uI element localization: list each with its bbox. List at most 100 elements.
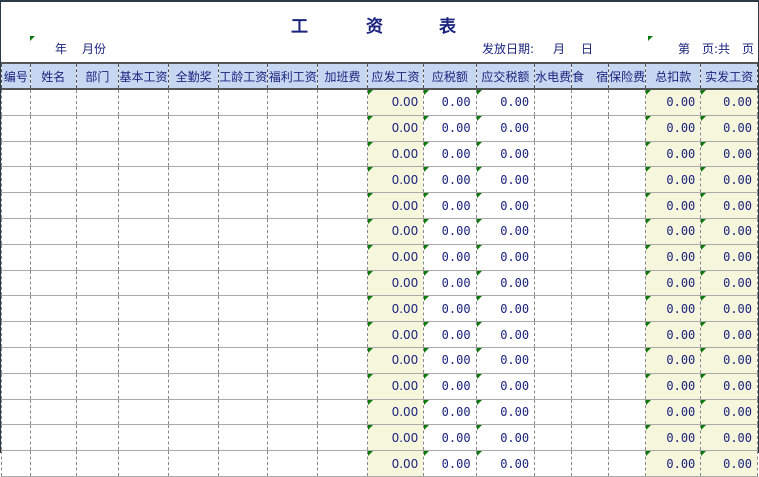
cell[interactable] [608, 166, 647, 194]
cell[interactable]: 0.00 [423, 114, 477, 142]
cell[interactable] [317, 346, 368, 374]
cell[interactable]: 0.00 [475, 217, 536, 245]
cell[interactable] [317, 192, 368, 219]
cell[interactable]: 0.00 [700, 269, 758, 297]
cell[interactable] [1, 166, 31, 194]
column-header[interactable]: 食 宿 [571, 62, 610, 90]
cell[interactable] [218, 295, 269, 323]
cell[interactable]: 0.00 [700, 88, 758, 116]
cell[interactable] [117, 192, 169, 219]
cell[interactable] [317, 166, 368, 194]
cell[interactable]: 0.00 [700, 295, 758, 323]
cell[interactable] [534, 346, 573, 374]
cell[interactable] [608, 192, 647, 219]
cell[interactable] [167, 192, 220, 219]
cell[interactable] [267, 140, 319, 168]
cell[interactable] [267, 450, 319, 477]
cell[interactable] [1, 269, 31, 297]
cell[interactable] [117, 398, 169, 426]
column-header[interactable]: 加班费 [317, 62, 368, 90]
column-header[interactable]: 应税额 [423, 62, 477, 90]
cell[interactable] [117, 217, 169, 245]
cell[interactable]: 0.00 [700, 321, 758, 348]
cell[interactable] [29, 372, 77, 400]
cell[interactable] [571, 192, 610, 219]
cell[interactable] [1, 398, 31, 426]
cell[interactable]: 0.00 [475, 243, 536, 271]
cell[interactable]: 0.00 [700, 243, 758, 271]
cell[interactable] [218, 217, 269, 245]
cell[interactable] [1, 243, 31, 271]
cell[interactable] [571, 398, 610, 426]
cell[interactable] [1, 450, 31, 477]
cell[interactable]: 0.00 [366, 166, 425, 194]
cell[interactable]: 0.00 [366, 424, 425, 452]
cell[interactable] [267, 166, 319, 194]
cell[interactable]: 0.00 [366, 140, 425, 168]
cell[interactable] [218, 192, 269, 219]
column-header[interactable]: 福利工资 [267, 62, 319, 90]
column-header[interactable]: 部门 [75, 62, 119, 90]
cell[interactable] [267, 217, 319, 245]
cell[interactable] [167, 166, 220, 194]
cell[interactable]: 0.00 [645, 88, 702, 116]
cell[interactable] [167, 398, 220, 426]
cell[interactable] [167, 269, 220, 297]
cell[interactable]: 0.00 [700, 140, 758, 168]
cell[interactable] [571, 114, 610, 142]
cell[interactable] [267, 88, 319, 116]
cell[interactable] [534, 424, 573, 452]
cell[interactable]: 0.00 [475, 166, 536, 194]
cell[interactable] [117, 321, 169, 348]
cell[interactable] [218, 372, 269, 400]
cell[interactable] [608, 140, 647, 168]
cell[interactable]: 0.00 [366, 450, 425, 477]
cell[interactable]: 0.00 [475, 372, 536, 400]
cell[interactable] [75, 88, 119, 116]
cell[interactable] [317, 372, 368, 400]
cell[interactable] [534, 398, 573, 426]
cell[interactable]: 0.00 [700, 372, 758, 400]
cell[interactable] [317, 321, 368, 348]
cell[interactable]: 0.00 [366, 114, 425, 142]
column-header[interactable]: 实发工资 [700, 62, 758, 90]
cell[interactable] [571, 424, 610, 452]
cell[interactable] [75, 166, 119, 194]
cell[interactable]: 0.00 [645, 321, 702, 348]
cell[interactable] [117, 243, 169, 271]
cell[interactable] [317, 450, 368, 477]
cell[interactable] [29, 88, 77, 116]
cell[interactable] [534, 166, 573, 194]
column-header[interactable]: 编号 [1, 62, 31, 90]
cell[interactable] [29, 346, 77, 374]
cell[interactable] [608, 243, 647, 271]
cell[interactable] [167, 114, 220, 142]
cell[interactable]: 0.00 [366, 217, 425, 245]
cell[interactable] [267, 114, 319, 142]
cell[interactable] [571, 243, 610, 271]
cell[interactable] [29, 192, 77, 219]
cell[interactable] [608, 424, 647, 452]
cell[interactable]: 0.00 [475, 114, 536, 142]
cell[interactable] [571, 269, 610, 297]
cell[interactable]: 0.00 [423, 269, 477, 297]
cell[interactable]: 0.00 [366, 269, 425, 297]
cell[interactable] [608, 88, 647, 116]
cell[interactable]: 0.00 [645, 114, 702, 142]
cell[interactable] [534, 450, 573, 477]
cell[interactable] [1, 88, 31, 116]
cell[interactable] [317, 140, 368, 168]
cell[interactable] [571, 321, 610, 348]
cell[interactable] [75, 192, 119, 219]
cell[interactable] [167, 295, 220, 323]
cell[interactable] [218, 398, 269, 426]
cell[interactable] [267, 243, 319, 271]
cell[interactable] [571, 346, 610, 374]
cell[interactable] [167, 321, 220, 348]
cell[interactable] [267, 321, 319, 348]
cell[interactable]: 0.00 [366, 88, 425, 116]
cell[interactable] [167, 88, 220, 116]
cell[interactable] [534, 295, 573, 323]
cell[interactable] [534, 372, 573, 400]
cell[interactable]: 0.00 [645, 243, 702, 271]
